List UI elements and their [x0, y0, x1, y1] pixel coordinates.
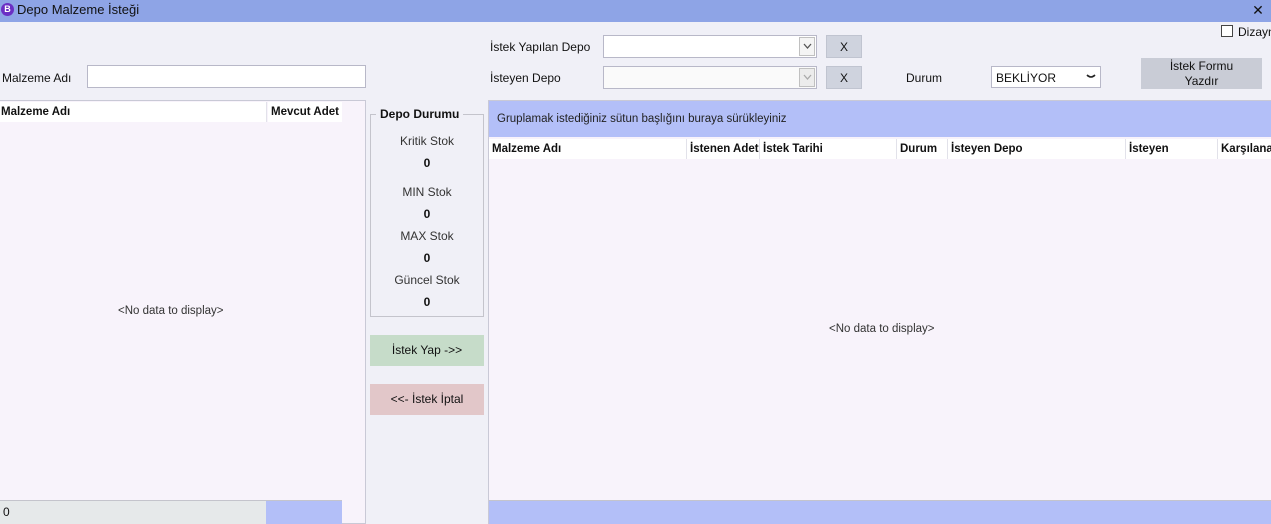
clear-requesting-depot-button[interactable]: X: [826, 66, 862, 89]
chevron-down-icon[interactable]: [799, 37, 815, 56]
title-bar: [0, 0, 1271, 22]
make-request-button[interactable]: İstek Yap ->>: [370, 335, 484, 366]
requesting-depot-label: İsteyen Depo: [490, 71, 561, 85]
min-stock-value: 0: [423, 207, 431, 221]
column-header-stock-qty[interactable]: Mevcut Adet: [268, 102, 342, 122]
depot-status-title: Depo Durumu: [376, 107, 464, 121]
material-name-input[interactable]: [87, 65, 366, 88]
clear-target-depot-button[interactable]: X: [826, 35, 862, 58]
status-value: BEKLİYOR: [996, 71, 1057, 85]
material-name-label: Malzeme Adı: [2, 71, 72, 85]
design-checkbox-label: Dizayn: [1238, 25, 1271, 39]
group-by-hint: Gruplamak istediğiniz sütun başlığını bu…: [497, 113, 787, 125]
column-header-requester[interactable]: İsteyen: [1126, 139, 1218, 159]
column-header-fulfilled[interactable]: Karşılanan: [1218, 139, 1271, 159]
column-header-status[interactable]: Durum: [897, 139, 948, 159]
window-title: Depo Malzeme İsteği: [17, 2, 140, 17]
app-logo-icon: B: [1, 3, 14, 16]
min-stock-label: MIN Stok: [402, 185, 452, 199]
column-header-requesting-depot[interactable]: İsteyen Depo: [948, 139, 1126, 159]
max-stock-label: MAX Stok: [400, 229, 454, 243]
target-depot-label: İstek Yapılan Depo: [490, 40, 591, 54]
status-label: Durum: [906, 71, 943, 85]
design-checkbox[interactable]: [1221, 25, 1233, 37]
target-depot-select[interactable]: [603, 35, 817, 58]
chevron-down-icon[interactable]: [1086, 74, 1096, 80]
column-header-material-name[interactable]: Malzeme Adı: [0, 102, 267, 122]
right-grid-empty-text: <No data to display>: [829, 323, 935, 335]
current-stock-label: Güncel Stok: [394, 273, 460, 287]
column-header-requested-qty[interactable]: İstenen Adet: [687, 139, 760, 159]
print-button-line2: Yazdır: [1184, 74, 1219, 88]
current-stock-value: 0: [423, 295, 431, 309]
critical-stock-value: 0: [423, 156, 431, 170]
column-header-request-date[interactable]: İstek Tarihi: [760, 139, 897, 159]
status-select[interactable]: BEKLİYOR: [991, 66, 1101, 88]
column-header-material-name[interactable]: Malzeme Adı: [489, 139, 687, 159]
requesting-depot-select[interactable]: [603, 66, 817, 89]
request-grid[interactable]: [488, 100, 1271, 524]
max-stock-value: 0: [423, 251, 431, 265]
left-grid-empty-text: <No data to display>: [118, 305, 224, 317]
print-request-form-button[interactable]: İstek Formu Yazdır: [1141, 58, 1262, 89]
print-button-line1: İstek Formu: [1169, 59, 1234, 73]
cancel-request-button[interactable]: <<- İstek İptal: [370, 384, 484, 415]
critical-stock-label: Kritik Stok: [399, 134, 454, 148]
close-window-button[interactable]: ✕: [1245, 0, 1271, 22]
right-grid-footer: [489, 500, 1271, 524]
left-grid-footer-count: 0: [0, 501, 266, 524]
chevron-down-icon[interactable]: [799, 68, 815, 87]
